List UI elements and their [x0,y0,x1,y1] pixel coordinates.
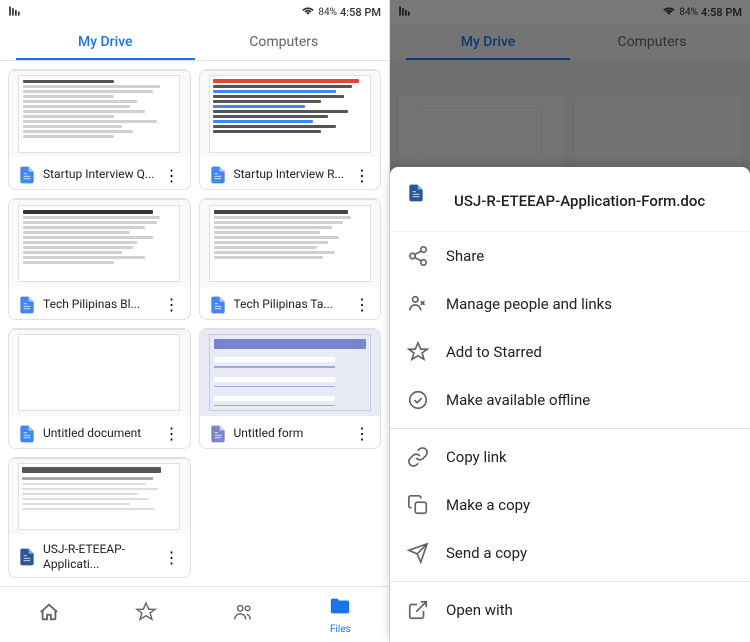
nav-files-label: Files [330,624,351,635]
sheet-divider-2 [390,581,750,582]
left-panel: 84% 4:58 PM My Drive Computers [0,0,390,642]
status-right-left: 84% 4:58 PM [301,5,381,20]
sheet-file-header: USJ-R-ETEEAP-Application-Form.doc [390,167,750,232]
copy-icon [406,493,430,517]
docs-icon-1 [17,165,37,185]
manage-people-icon [406,292,430,316]
link-icon [406,445,430,469]
file-menu-btn-4[interactable]: ⋮ [352,295,372,315]
file-item-7[interactable]: USJ-R-ETEEAP-Applicati... ⋮ [8,457,191,578]
docs-icon-5 [17,424,37,444]
status-left-icon [8,4,22,21]
tabs-left: My Drive Computers [0,24,389,61]
file-name-5: Untitled document [43,426,156,442]
file-grid: Startup Interview Q... ⋮ [0,61,389,586]
file-menu-btn-7[interactable]: ⋮ [162,547,182,567]
menu-offline[interactable]: Make available offline [390,376,750,424]
sheet-file-name: USJ-R-ETEEAP-Application-Form.doc [454,192,705,210]
file-item-1[interactable]: Startup Interview Q... ⋮ [8,69,191,190]
menu-openwith-label: Open with [446,601,513,619]
menu-copylink-label: Copy link [446,448,507,466]
sheet-divider-1 [390,428,750,429]
file-item-2[interactable]: Startup Interview R... ⋮ [199,69,382,190]
status-bar-left: 84% 4:58 PM [0,0,389,24]
file-name-7: USJ-R-ETEEAP-Applicati... [43,542,156,573]
menu-star-label: Add to Starred [446,343,542,361]
tab-mydrive-left[interactable]: My Drive [16,24,195,60]
battery-left: 84% [318,7,337,18]
bottom-sheet: USJ-R-ETEEAP-Application-Form.doc Share … [390,167,750,642]
file-name-1: Startup Interview Q... [43,167,156,183]
file-item-3[interactable]: Tech Pilipinas Bl... ⋮ [8,198,191,319]
share-icon [406,244,430,268]
word-icon-7 [17,547,37,567]
people-icon [232,601,254,628]
docs-icon-3 [17,295,37,315]
file-item-6[interactable]: Untitled form ⋮ [199,328,382,449]
file-menu-btn-6[interactable]: ⋮ [352,424,372,444]
folder-icon [329,595,351,622]
menu-sendcopy-label: Send a copy [446,544,527,562]
menu-manage-label: Manage people and links [446,295,612,313]
file-item-4[interactable]: Tech Pilipinas Ta... ⋮ [199,198,382,319]
file-menu-btn-5[interactable]: ⋮ [162,424,182,444]
openwith-icon [406,598,430,622]
bottom-nav: Files [0,586,389,642]
menu-offline-label: Make available offline [446,391,590,409]
docs-icon-4 [208,295,228,315]
menu-share-label: Share [446,247,484,265]
nav-shared[interactable] [195,587,292,642]
file-menu-btn-2[interactable]: ⋮ [352,165,372,185]
file-name-3: Tech Pilipinas Bl... [43,297,156,313]
sheet-file-icon [406,183,442,219]
nav-home[interactable] [0,587,97,642]
docs-icon-2 [208,165,228,185]
star-icon [406,340,430,364]
file-name-2: Startup Interview R... [234,167,347,183]
menu-openwith[interactable]: Open with [390,586,750,634]
right-panel: 84% 4:58 PM My Drive Computers Startup I… [390,0,750,642]
menu-star[interactable]: Add to Starred [390,328,750,376]
menu-sendcopy[interactable]: Send a copy [390,529,750,577]
file-menu-btn-1[interactable]: ⋮ [162,165,182,185]
offline-icon [406,388,430,412]
star-nav-icon [135,601,157,628]
forms-icon-6 [208,424,228,444]
tab-computers-left[interactable]: Computers [195,24,374,60]
send-icon [406,541,430,565]
menu-makecopy-label: Make a copy [446,496,530,514]
file-name-4: Tech Pilipinas Ta... [234,297,347,313]
menu-manage[interactable]: Manage people and links [390,280,750,328]
home-icon [38,601,60,628]
file-name-6: Untitled form [234,426,347,442]
nav-starred[interactable] [97,587,194,642]
menu-makecopy[interactable]: Make a copy [390,481,750,529]
menu-copylink[interactable]: Copy link [390,433,750,481]
file-item-5[interactable]: Untitled document ⋮ [8,328,191,449]
menu-share[interactable]: Share [390,232,750,280]
nav-files[interactable]: Files [292,587,389,642]
file-menu-btn-3[interactable]: ⋮ [162,295,182,315]
time-left: 4:58 PM [340,6,381,19]
wifi-icon-left [301,5,315,20]
